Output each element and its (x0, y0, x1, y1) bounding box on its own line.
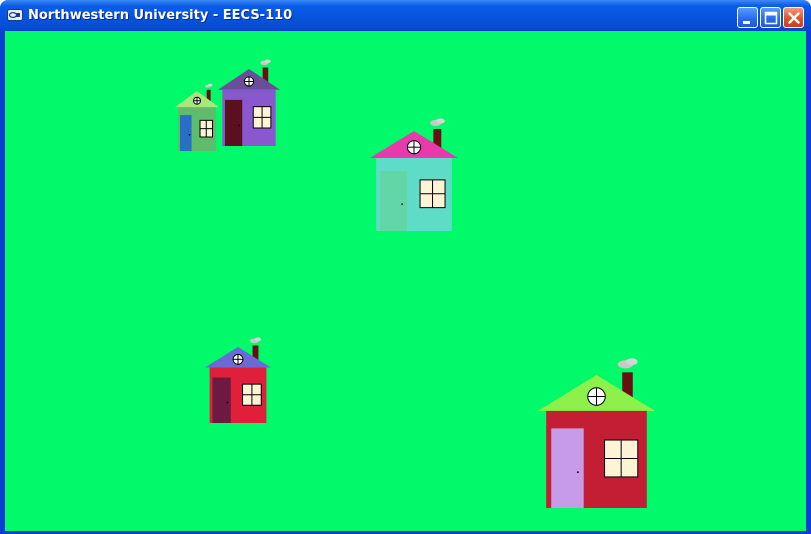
door-knob (576, 471, 579, 474)
green-house (175, 83, 219, 151)
door-knob (226, 401, 229, 404)
door (379, 171, 407, 231)
window-title: Northwestern University - EECS-110 (28, 8, 293, 23)
scene-drawing (175, 59, 655, 508)
smoke-puff (208, 83, 213, 87)
door-knob (401, 203, 403, 205)
close-icon (788, 12, 800, 24)
title-bar[interactable]: Northwestern University - EECS-110 (0, 0, 811, 31)
smoke-puff (264, 59, 271, 64)
smoke-puff (254, 337, 262, 342)
door (551, 428, 584, 508)
door-knob (188, 134, 191, 136)
teal-house (370, 118, 458, 231)
minimize-button[interactable] (737, 7, 758, 28)
large-red-house (538, 358, 655, 508)
purple-house (218, 59, 280, 146)
door (179, 115, 192, 151)
close-button[interactable] (783, 7, 804, 28)
drawing-canvas[interactable] (5, 31, 806, 531)
application-window: Northwestern University - EECS-110 (0, 0, 811, 534)
door (225, 99, 243, 146)
app-icon[interactable] (7, 9, 23, 21)
maximize-button[interactable] (760, 7, 781, 28)
smoke-puff (625, 358, 638, 366)
door-knob (238, 124, 240, 127)
minimize-icon (743, 21, 750, 24)
smoke-puff (436, 118, 445, 124)
red-small-house (205, 337, 271, 423)
door (212, 377, 231, 423)
maximize-icon (764, 11, 778, 25)
